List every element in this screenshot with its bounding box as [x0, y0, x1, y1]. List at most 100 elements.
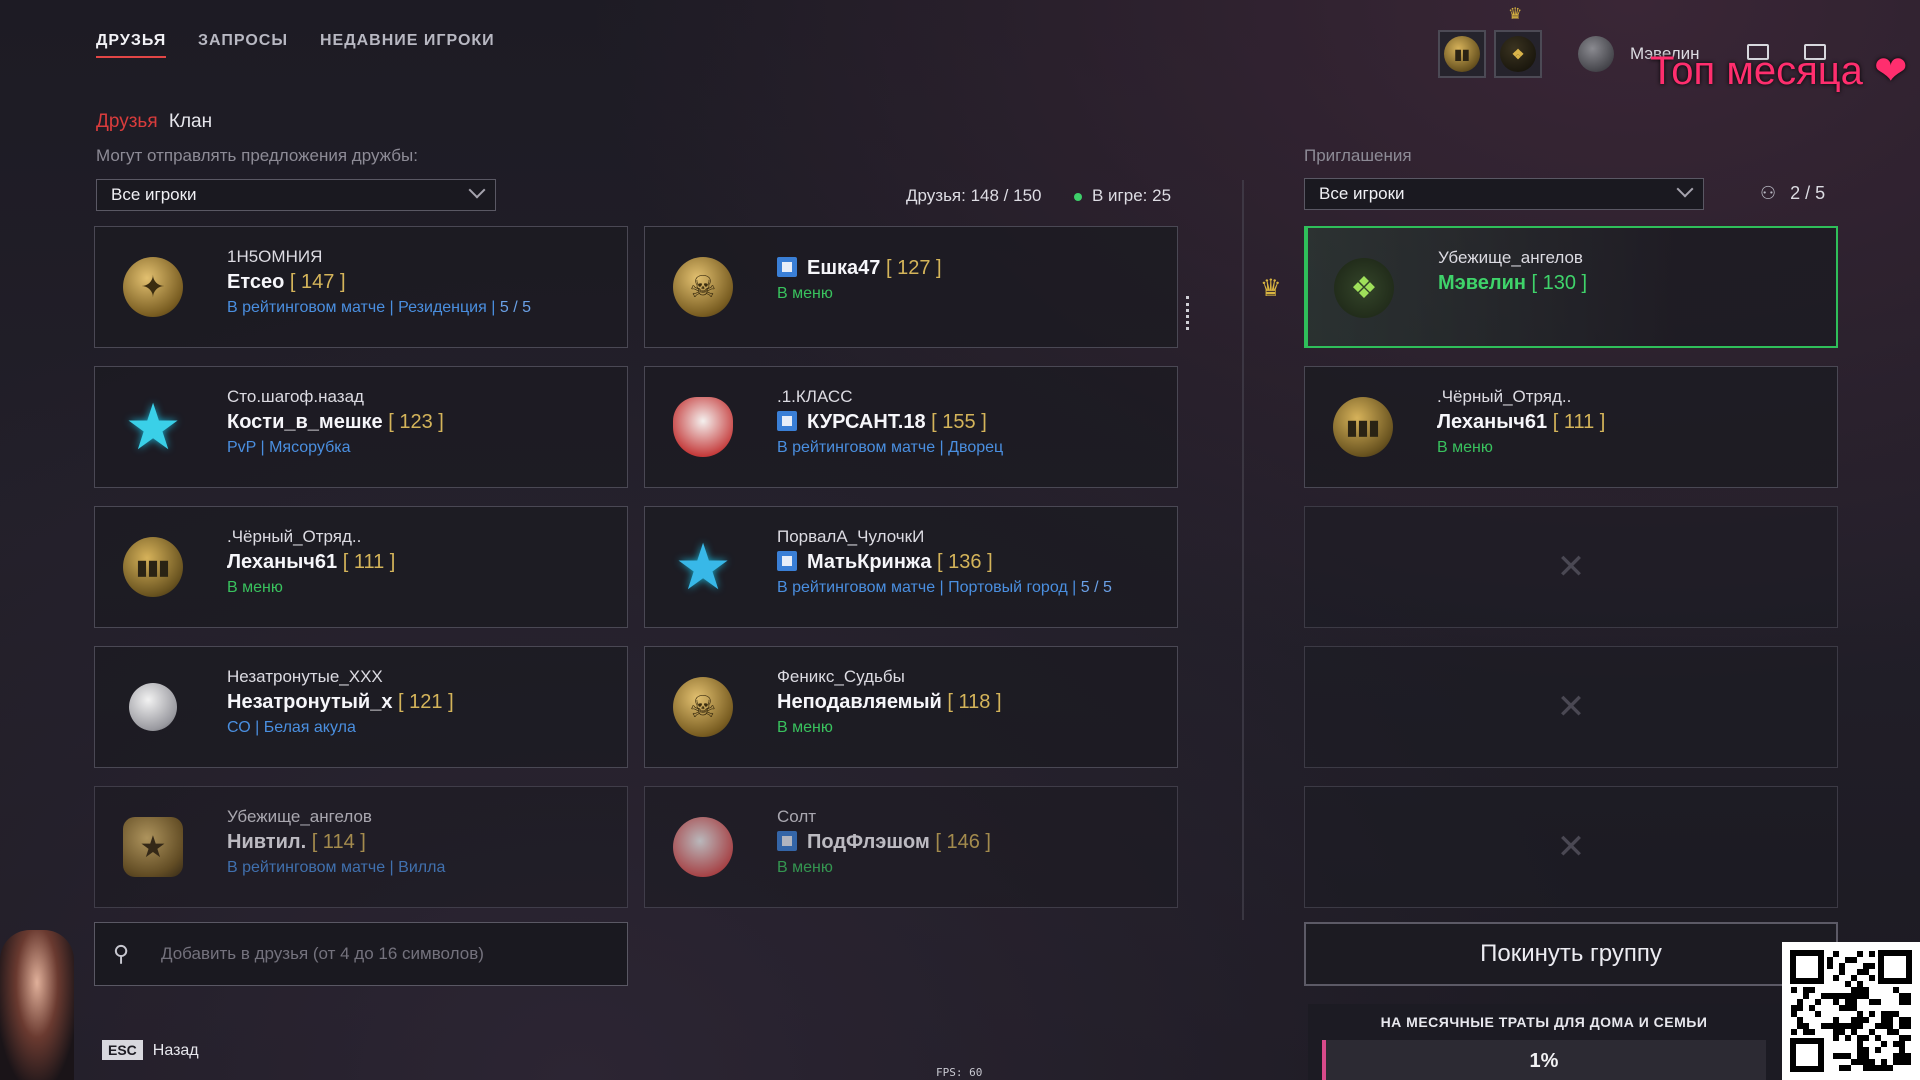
clan-name: Незатронутые_XXX — [227, 667, 383, 686]
donation-progress-bar: 1% — [1322, 1040, 1766, 1080]
tab-requests[interactable]: ЗАПРОСЫ — [198, 32, 288, 50]
player-level: [ 121 ] — [398, 691, 454, 713]
player-status: В меню — [227, 579, 283, 596]
rank-badge-button[interactable]: ▮▮ — [1438, 30, 1486, 78]
donation-title: НА МЕСЯЧНЫЕ ТРАТЫ ДЛЯ ДОМА И СЕМЬИ — [1380, 1014, 1708, 1030]
subtab-friends[interactable]: Друзья — [96, 111, 158, 132]
friend-requests-filter-select[interactable]: Все игроки — [96, 179, 496, 211]
player-name: Етсео [ 147 ] — [227, 271, 346, 293]
friend-card[interactable]: ▮▮▮ .Чёрный_Отряд.. Леханыч61 [ 111 ] В … — [94, 506, 628, 628]
friend-card[interactable]: .1.КЛАСС КУРСАНТ.18 [ 155 ] В рейтингово… — [644, 366, 1178, 488]
add-user-icon: ⚲ — [113, 941, 130, 966]
clan-badge-button[interactable]: ❖ — [1494, 30, 1542, 78]
add-friend-input[interactable]: ⚲ Добавить в друзья (от 4 до 16 символов… — [94, 922, 628, 986]
filter-caption: Могут отправлять предложения дружбы: — [96, 146, 418, 165]
player-name: Незатронутый_х [ 121 ] — [227, 691, 454, 713]
player-level: [ 118 ] — [947, 691, 1002, 713]
tab-friends[interactable]: ДРУЗЬЯ — [96, 32, 167, 58]
friend-card[interactable]: ★ ПорвалА_ЧулочкИ МатьКринжа [ 136 ] В р… — [644, 506, 1178, 628]
rabbit-mask-icon — [667, 391, 739, 463]
friend-card[interactable]: ☠ Феникс_Судьбы Неподавляемый [ 118 ] В … — [644, 646, 1178, 768]
friend-card[interactable]: ★ Сто.шагоф.назад Кости_в_мешке [ 123 ] … — [94, 366, 628, 488]
gold-coin-emblem-icon: ▮▮▮ — [117, 531, 189, 603]
esc-key: ESC — [102, 1040, 143, 1060]
in-game-count: В игре: 25 — [1074, 186, 1171, 206]
clan-name: .1.КЛАСС — [777, 387, 853, 406]
clan-name: ПорвалА_ЧулочкИ — [777, 527, 925, 546]
player-level: [ 123 ] — [388, 411, 444, 433]
back-button[interactable]: ESC Назад — [102, 1040, 199, 1060]
add-friend-placeholder: Добавить в друзья (от 4 до 16 символов) — [161, 944, 484, 963]
empty-group-slot[interactable]: ✕ — [1304, 646, 1838, 768]
player-name: МатьКринжа [ 136 ] — [777, 551, 993, 574]
player-status: В рейтинговом матче | Вилла — [227, 859, 446, 876]
player-status: В меню — [777, 719, 833, 736]
player-level: [ 147 ] — [289, 271, 346, 293]
player-level: [ 127 ] — [885, 257, 942, 279]
close-icon: ✕ — [1556, 828, 1586, 866]
friend-card[interactable]: ☠ Ешка47 [ 127 ] В меню — [644, 226, 1178, 348]
empty-group-slot[interactable]: ✕ — [1304, 786, 1838, 908]
player-name: КУРСАНТ.18 [ 155 ] — [777, 411, 987, 434]
friend-card[interactable]: Солт ПодФлэшом [ 146 ] В меню — [644, 786, 1178, 908]
clan-name: Убежище_ангелов — [1438, 248, 1583, 267]
player-level: [ 111 ] — [1552, 411, 1606, 433]
leave-group-button[interactable]: Покинуть группу — [1304, 922, 1838, 986]
close-icon: ✕ — [1556, 548, 1586, 586]
eagle-emblem-icon: ✦ — [117, 251, 189, 323]
player-name: Неподавляемый [ 118 ] — [777, 691, 1002, 713]
player-name: Леханыч61 [ 111 ] — [227, 551, 396, 573]
streamer-webcam — [0, 930, 74, 1080]
empty-group-slot[interactable]: ✕ — [1304, 506, 1838, 628]
player-level: [ 130 ] — [1531, 272, 1588, 294]
platform-icon — [777, 831, 797, 851]
player-level: [ 111 ] — [342, 551, 396, 573]
player-name: Ешка47 [ 127 ] — [777, 257, 942, 280]
group-member-card[interactable]: ▮▮▮ .Чёрный_Отряд.. Леханыч61 [ 111 ] В … — [1304, 366, 1838, 488]
duck-emblem-icon — [667, 811, 739, 883]
friends-list-scrollbar[interactable] — [1186, 296, 1193, 330]
star-emblem-icon: ★ — [124, 390, 182, 463]
column-divider — [1242, 180, 1244, 920]
donation-percent: 1% — [1529, 1050, 1559, 1072]
player-status: В рейтинговом матче | Портовый город | 5… — [777, 579, 1112, 596]
select-value: Все игроки — [111, 185, 197, 204]
platform-icon — [777, 551, 797, 571]
player-status: В рейтинговом матче | Резиденция | 5 / 5 — [227, 299, 531, 316]
player-status: В меню — [777, 285, 833, 302]
player-status: В меню — [777, 859, 833, 876]
clan-name: Феникс_Судьбы — [777, 667, 905, 686]
select-value: Все игроки — [1319, 184, 1405, 203]
stream-overlay-text: Топ месяца ❤ — [1650, 49, 1908, 93]
friend-card[interactable]: ✦ 1Н5ОМНИЯ Етсео [ 147 ] В рейтинговом м… — [94, 226, 628, 348]
online-dot-icon — [1074, 192, 1082, 201]
player-name: Кости_в_мешке [ 123 ] — [227, 411, 444, 433]
gold-skull-emblem-icon: ☠ — [667, 671, 739, 743]
gold-coin-emblem-icon: ▮▮▮ — [1327, 391, 1399, 463]
clan-name: Сто.шагоф.назад — [227, 387, 364, 406]
crown-icon: ♛ — [1508, 6, 1523, 23]
platform-icon — [777, 257, 797, 277]
chevron-down-icon — [468, 181, 486, 199]
group-member-card[interactable]: ❖ Убежище_ангелов Мэвелин [ 130 ] — [1304, 226, 1838, 348]
moon-emblem-icon — [117, 671, 189, 743]
fps-counter: FPS: 60 — [936, 1066, 983, 1079]
tab-recent-players[interactable]: НЕДАВНИЕ ИГРОКИ — [320, 32, 495, 50]
party-size: 5 / 5 — [1080, 579, 1112, 596]
party-size: 5 / 5 — [499, 299, 531, 316]
chevron-down-icon — [1676, 180, 1694, 198]
friend-card[interactable]: Незатронутые_XXX Незатронутый_х [ 121 ] … — [94, 646, 628, 768]
invitations-filter-select[interactable]: Все игроки — [1304, 178, 1704, 210]
clan-name: .Чёрный_Отряд.. — [1437, 387, 1572, 406]
player-name: Нивтил. [ 114 ] — [227, 831, 366, 853]
donation-goal-widget: НА МЕСЯЧНЫЕ ТРАТЫ ДЛЯ ДОМА И СЕМЬИ 1% — [1308, 1004, 1780, 1080]
player-status: В меню — [1437, 439, 1493, 456]
gold-skull-emblem-icon: ☠ — [667, 251, 739, 323]
coin-emblem-icon: ▮▮ — [1444, 36, 1480, 72]
group-size: ⚇ 2 / 5 — [1760, 183, 1826, 203]
friends-count: Друзья: 148 / 150 — [906, 186, 1042, 205]
friend-card[interactable]: ★ Убежище_ангелов Нивтил. [ 114 ] В рейт… — [94, 786, 628, 908]
subtab-clan[interactable]: Клан — [169, 111, 212, 132]
back-label: Назад — [152, 1042, 199, 1059]
player-status: СО | Белая акула — [227, 719, 356, 736]
